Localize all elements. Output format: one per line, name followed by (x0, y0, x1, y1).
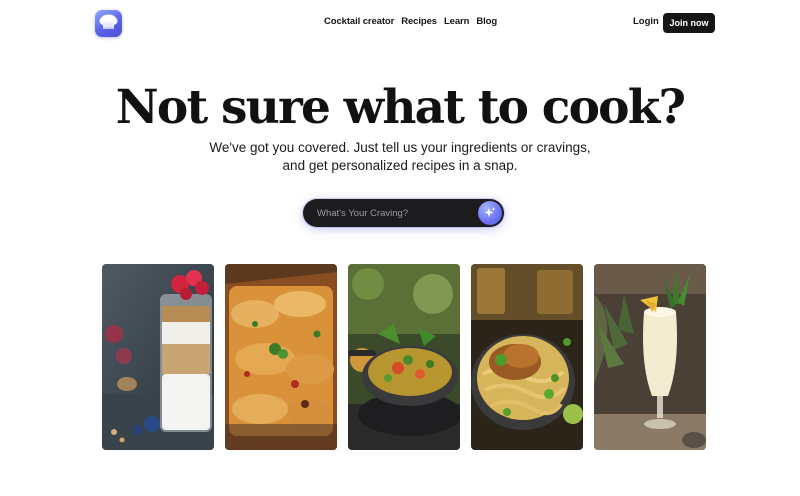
hero-subtitle-line-2: and get personalized recipes in a snap. (282, 158, 518, 173)
craving-search-bar (303, 199, 504, 227)
nav-link-blog[interactable]: Blog (476, 16, 497, 27)
nav-link-recipes[interactable]: Recipes (401, 16, 437, 27)
parfait-photo[interactable] (102, 264, 214, 450)
chef-hat-icon[interactable] (95, 10, 122, 37)
hero-subtitle: We've got you covered. Just tell us your… (0, 139, 800, 175)
chicken-noodles-photo[interactable] (471, 264, 583, 450)
nav-links: Cocktail creator Recipes Learn Blog (324, 16, 497, 27)
craving-search-input[interactable] (317, 205, 467, 221)
nav-link-cocktail-creator[interactable]: Cocktail creator (324, 16, 394, 27)
top-navigation: Cocktail creator Recipes Learn Blog Logi… (0, 0, 800, 46)
soup-pan-photo[interactable] (348, 264, 460, 450)
hero-subtitle-line-1: We've got you covered. Just tell us your… (209, 140, 591, 155)
pina-colada-photo[interactable] (594, 264, 706, 450)
sparkle-icon[interactable] (478, 201, 502, 225)
hero-title: Not sure what to cook? (115, 80, 686, 135)
enchiladas-photo[interactable] (225, 264, 337, 450)
join-now-button[interactable]: Join now (663, 13, 715, 33)
login-link[interactable]: Login (633, 16, 659, 27)
nav-link-learn[interactable]: Learn (444, 16, 469, 27)
